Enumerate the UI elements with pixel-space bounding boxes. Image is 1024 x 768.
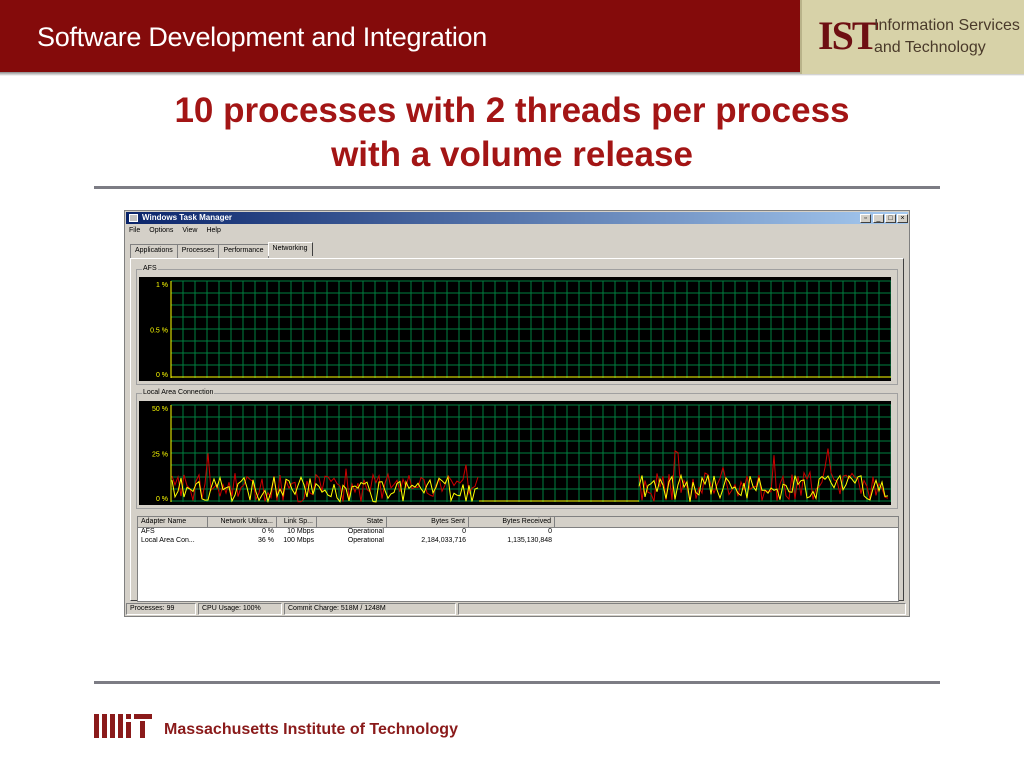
cell-link-speed: 100 Mbps (283, 537, 314, 544)
cell-state: Operational (347, 537, 384, 544)
col-state[interactable]: State (317, 517, 387, 527)
minimize-button[interactable]: _ (873, 214, 884, 223)
cell-bytes-sent: 0 (462, 528, 466, 535)
top-rule (94, 186, 940, 189)
col-network-utilization[interactable]: Network Utiliza... (208, 517, 277, 527)
series-red-line (171, 453, 479, 503)
col-link-speed[interactable]: Link Sp... (277, 517, 317, 527)
window-titlebar: Windows Task Manager ▫ _ □ × (126, 212, 908, 224)
cell-state: Operational (347, 528, 384, 535)
col-bytes-received[interactable]: Bytes Received (469, 517, 555, 527)
status-cpu-usage: CPU Usage: 100% (198, 603, 282, 615)
cell-network-utilization: 0 % (261, 528, 274, 535)
header-title: Software Development and Integration (37, 22, 487, 52)
graph-canvas: 1 % 0.5 % 0 % (150, 280, 891, 379)
menu-options[interactable]: Options (149, 227, 173, 234)
slide-title-line-2: with a volume release (331, 135, 693, 174)
mit-name: Massachusetts Institute of Technology (164, 721, 458, 738)
status-bar: Processes: 99 CPU Usage: 100% Commit Cha… (126, 603, 908, 615)
maximize-button[interactable]: □ (885, 214, 896, 223)
slide-title-line-1: 10 processes with 2 threads per process (174, 91, 850, 130)
restore-extra-icon[interactable]: ▫ (860, 214, 871, 223)
lan-graph: 50 % 25 % 0 % (139, 401, 891, 505)
col-adapter-name[interactable]: Adapter Name (138, 517, 208, 527)
cell-adapter-name: Local Area Con... (141, 537, 195, 544)
afs-group-label: AFS (142, 265, 158, 272)
cell-bytes-received: 1,135,130,848 (507, 537, 552, 544)
adapter-list-header: Adapter Name Network Utiliza... Link Sp.… (138, 517, 898, 528)
window-title: Windows Task Manager (142, 213, 233, 222)
table-row[interactable]: AFS 0 % 10 Mbps Operational 0 0 (138, 528, 898, 537)
tick-label: 0 % (156, 496, 168, 503)
bottom-rule (94, 681, 940, 684)
tab-networking[interactable]: Networking (267, 242, 313, 256)
afs-graph: 1 % 0.5 % 0 % (139, 277, 891, 381)
tick-label: 50 % (152, 406, 168, 413)
cell-link-speed: 10 Mbps (287, 528, 314, 535)
col-bytes-sent[interactable]: Bytes Sent (387, 517, 469, 527)
tab-performance[interactable]: Performance (218, 244, 269, 258)
close-button[interactable]: × (897, 214, 908, 223)
cell-bytes-sent: 2,184,033,716 (421, 537, 466, 544)
task-manager-app-icon (129, 214, 138, 222)
tab-applications[interactable]: Applications (130, 244, 178, 258)
mit-logo (94, 714, 152, 738)
ist-org-name: Information Services and Technology (874, 15, 1020, 59)
status-empty (458, 603, 906, 615)
adapter-list[interactable]: Adapter Name Network Utiliza... Link Sp.… (137, 516, 899, 602)
menu-view[interactable]: View (182, 227, 197, 234)
tick-label: 0 % (156, 372, 168, 379)
ist-line-1: Information Services (874, 17, 1020, 34)
slide: Software Development and Integration IST… (0, 0, 1024, 768)
tick-label: 1 % (156, 282, 168, 289)
menu-help[interactable]: Help (206, 227, 220, 234)
cell-network-utilization: 36 % (258, 537, 274, 544)
menu-file[interactable]: File (129, 227, 140, 234)
cell-adapter-name: AFS (141, 528, 155, 535)
tick-label: 0.5 % (150, 328, 168, 335)
lan-group-label: Local Area Connection (142, 389, 215, 396)
status-processes: Processes: 99 (126, 603, 196, 615)
status-commit-charge: Commit Charge: 518M / 1248M (284, 603, 456, 615)
task-manager-window: Windows Task Manager ▫ _ □ × File Option… (124, 210, 910, 617)
tab-strip: Applications Processes Performance Netwo… (130, 242, 313, 258)
table-row[interactable]: Local Area Con... 36 % 100 Mbps Operatio… (138, 537, 898, 546)
graph-canvas: 50 % 25 % 0 % (152, 404, 891, 504)
cell-bytes-received: 0 (548, 528, 552, 535)
slide-title: 10 processes with 2 threads per process … (90, 89, 934, 177)
menu-bar: File Options View Help (129, 227, 221, 234)
tab-processes[interactable]: Processes (176, 244, 220, 258)
tick-label: 25 % (152, 452, 168, 459)
ist-line-2: and Technology (874, 39, 986, 56)
ist-logo: IST (818, 13, 878, 58)
